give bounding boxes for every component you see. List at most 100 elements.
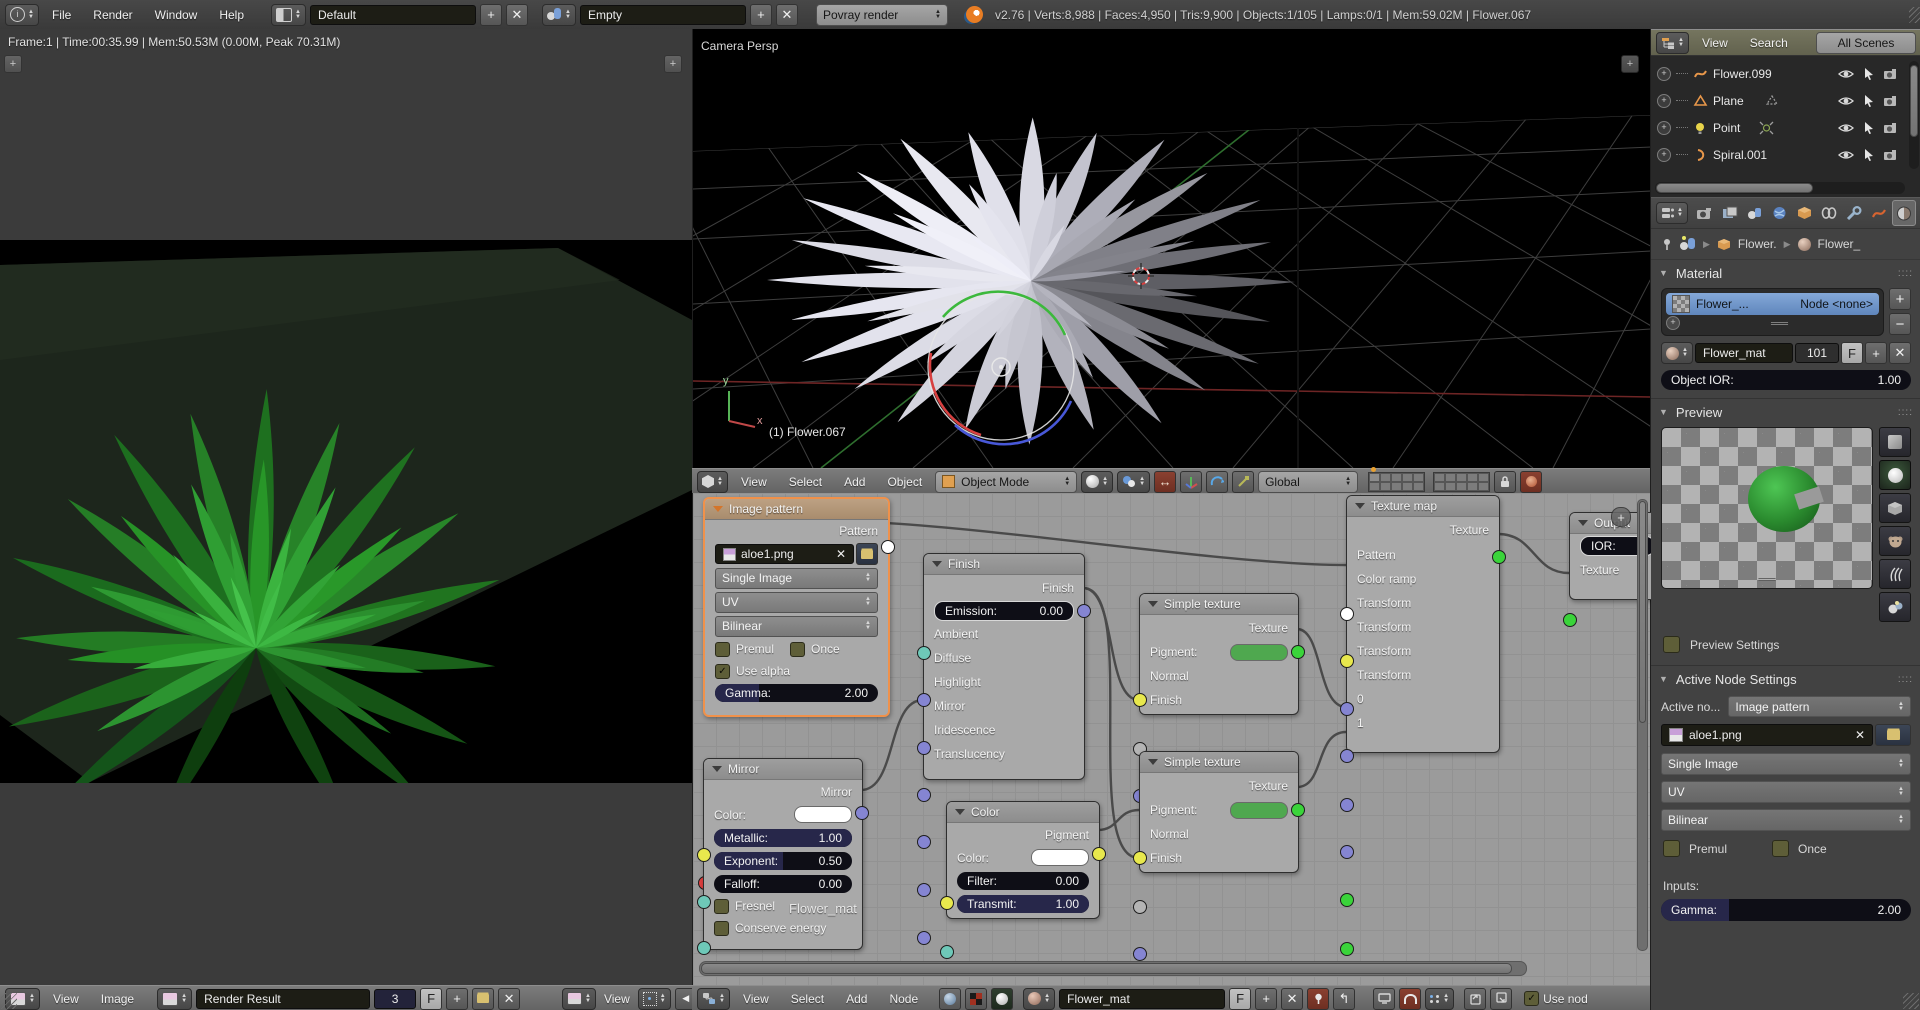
viewport-menu-view[interactable]: View: [732, 473, 776, 491]
selectability-cursor-icon[interactable]: [1863, 67, 1874, 80]
pigment-swatch[interactable]: [1230, 802, 1288, 819]
orientation-dropdown[interactable]: Global ▲▼: [1258, 471, 1358, 493]
scene-add-button[interactable]: +: [750, 4, 772, 26]
gamma-slider[interactable]: Gamma: 2.00: [715, 684, 878, 702]
socket-mirror-input[interactable]: [917, 835, 931, 849]
socket-transform-input[interactable]: [1340, 749, 1354, 763]
region-expand-plus-button[interactable]: +: [664, 55, 682, 73]
socket-iridescence-input[interactable]: [917, 883, 931, 897]
new-image-button[interactable]: +: [446, 988, 468, 1010]
image-name-field[interactable]: aloe1.png ✕: [715, 544, 854, 564]
copy-nodes-button[interactable]: [1464, 988, 1486, 1010]
mirror-color-swatch[interactable]: [794, 806, 852, 823]
selectability-cursor-icon[interactable]: [1863, 148, 1874, 161]
node-menu-select[interactable]: Select: [782, 990, 833, 1008]
viewport-menu-object[interactable]: Object: [878, 473, 931, 491]
node-editor-vscrollbar[interactable]: [1637, 499, 1648, 951]
renderability-camera-icon[interactable]: [1883, 95, 1899, 107]
preview-settings-checkbox[interactable]: [1663, 636, 1680, 653]
color-swatch[interactable]: [1031, 849, 1089, 866]
fake-user-button[interactable]: F: [1229, 988, 1251, 1010]
premul-checkbox[interactable]: [715, 642, 730, 657]
node-menu-view[interactable]: View: [734, 990, 778, 1008]
render-slot-field[interactable]: 3: [374, 989, 416, 1009]
conserve-energy-checkbox[interactable]: [714, 921, 729, 936]
socket-transform-input[interactable]: [1340, 702, 1354, 716]
panel-drag-dots-icon[interactable]: ::::: [1898, 268, 1913, 279]
node-color[interactable]: Color Pigment Color: Filter:0.00 Transmi…: [946, 801, 1100, 919]
node-editor-area[interactable]: Image pattern Pattern aloe1.png ✕ Single…: [692, 493, 1651, 985]
fake-user-button[interactable]: F: [1841, 342, 1863, 364]
scene-delete-button[interactable]: ✕: [776, 4, 798, 26]
outliner-row-point[interactable]: + Point: [1651, 114, 1920, 141]
unlink-image-button[interactable]: ✕: [498, 988, 520, 1010]
properties-editor-type-button[interactable]: ▲▼: [1656, 202, 1688, 224]
node-menu-node[interactable]: Node: [880, 990, 927, 1008]
menu-file[interactable]: File: [43, 6, 80, 24]
outliner-hscrollbar[interactable]: [1655, 182, 1905, 194]
material-name-field[interactable]: Flower_mat: [1695, 343, 1793, 363]
info-editor-type-button[interactable]: i ▲▼: [5, 4, 39, 26]
selectability-cursor-icon[interactable]: [1863, 94, 1874, 107]
active-mapping-dropdown[interactable]: UV ▲▼: [1661, 781, 1911, 803]
socket-texture-output[interactable]: [1492, 550, 1506, 564]
use-alpha-checkbox[interactable]: ✓: [715, 664, 730, 679]
tab-render[interactable]: [1693, 200, 1717, 226]
material-browse-button[interactable]: ▲▼: [1661, 342, 1693, 364]
screen-layout-browse-button[interactable]: ▲▼: [271, 4, 306, 26]
socket-pattern-output[interactable]: [881, 540, 895, 554]
image-menu-image[interactable]: Image: [92, 990, 143, 1008]
node-tree-name-field[interactable]: Flower_mat: [1059, 989, 1225, 1009]
add-node-tree-button[interactable]: +: [1255, 988, 1277, 1010]
tab-modifiers[interactable]: [1842, 200, 1866, 226]
add-material-button[interactable]: +: [1865, 342, 1887, 364]
preview-world-button[interactable]: [1879, 592, 1911, 622]
panel-drag-dots-icon[interactable]: ::::: [1898, 407, 1913, 418]
go-to-parent-tree-button[interactable]: ↰: [1333, 988, 1355, 1010]
socket-metallic-input[interactable]: [697, 895, 711, 909]
outliner-row-flower[interactable]: + Flower.099: [1651, 60, 1920, 87]
scene-browse-button[interactable]: ▲▼: [542, 4, 576, 26]
region-expand-plus-button[interactable]: +: [4, 55, 22, 73]
image-datablock-field[interactable]: Render Result: [196, 989, 370, 1009]
active-node-type-dropdown[interactable]: Image pattern ▲▼: [1728, 696, 1911, 717]
snap-button[interactable]: [1399, 988, 1421, 1010]
collapse-triangle-icon[interactable]: [713, 506, 723, 512]
object-cube-icon[interactable]: [1717, 238, 1731, 251]
preview-hair-button[interactable]: [1879, 559, 1911, 589]
manipulator-toggle-button[interactable]: ↔: [1154, 471, 1176, 493]
viewport-menu-select[interactable]: Select: [780, 473, 831, 491]
socket-finish-output[interactable]: [1077, 604, 1091, 618]
expand-icon[interactable]: +: [1657, 67, 1671, 81]
visibility-eye-icon[interactable]: [1838, 122, 1854, 134]
socket-texture-output[interactable]: [1291, 803, 1305, 817]
unlink-x-icon[interactable]: ✕: [1855, 728, 1865, 742]
pigment-swatch[interactable]: [1230, 644, 1288, 661]
add-material-slot-button[interactable]: +: [1889, 288, 1911, 310]
tab-constraints[interactable]: [1817, 200, 1841, 226]
tab-world[interactable]: [1768, 200, 1792, 226]
expand-icon[interactable]: +: [1666, 316, 1680, 330]
outliner-row-plane[interactable]: + Plane: [1651, 87, 1920, 114]
window-resize-grip[interactable]: [1909, 7, 1920, 23]
filter-slider[interactable]: Filter:0.00: [957, 872, 1089, 890]
image-source-dropdown[interactable]: Single Image▲▼: [715, 568, 878, 589]
material-sphere-icon[interactable]: [1798, 238, 1811, 251]
texture-nodes-button[interactable]: [965, 988, 987, 1010]
scene-name-field[interactable]: Empty: [580, 5, 746, 25]
outliner-row-spiral[interactable]: + Spiral.001: [1651, 141, 1920, 168]
menu-window[interactable]: Window: [146, 6, 207, 24]
material-users-button[interactable]: 101: [1795, 343, 1839, 363]
preview-sphere-button[interactable]: [1879, 460, 1911, 490]
translate-manipulator-button[interactable]: [1180, 471, 1202, 493]
active-gamma-slider[interactable]: Gamma: 2.00: [1661, 899, 1911, 921]
pin-button[interactable]: [1307, 988, 1329, 1010]
preview-flat-button[interactable]: [1879, 427, 1911, 457]
socket-diffuse-input[interactable]: [917, 741, 931, 755]
render-engine-dropdown[interactable]: Povray render ▲▼: [816, 4, 948, 26]
unlink-material-button[interactable]: ✕: [1889, 342, 1911, 364]
auto-render-button[interactable]: [1373, 988, 1395, 1010]
node-editor-hscrollbar[interactable]: [699, 961, 1527, 976]
socket-finish-input[interactable]: [1133, 947, 1147, 961]
renderability-camera-icon[interactable]: [1883, 68, 1899, 80]
